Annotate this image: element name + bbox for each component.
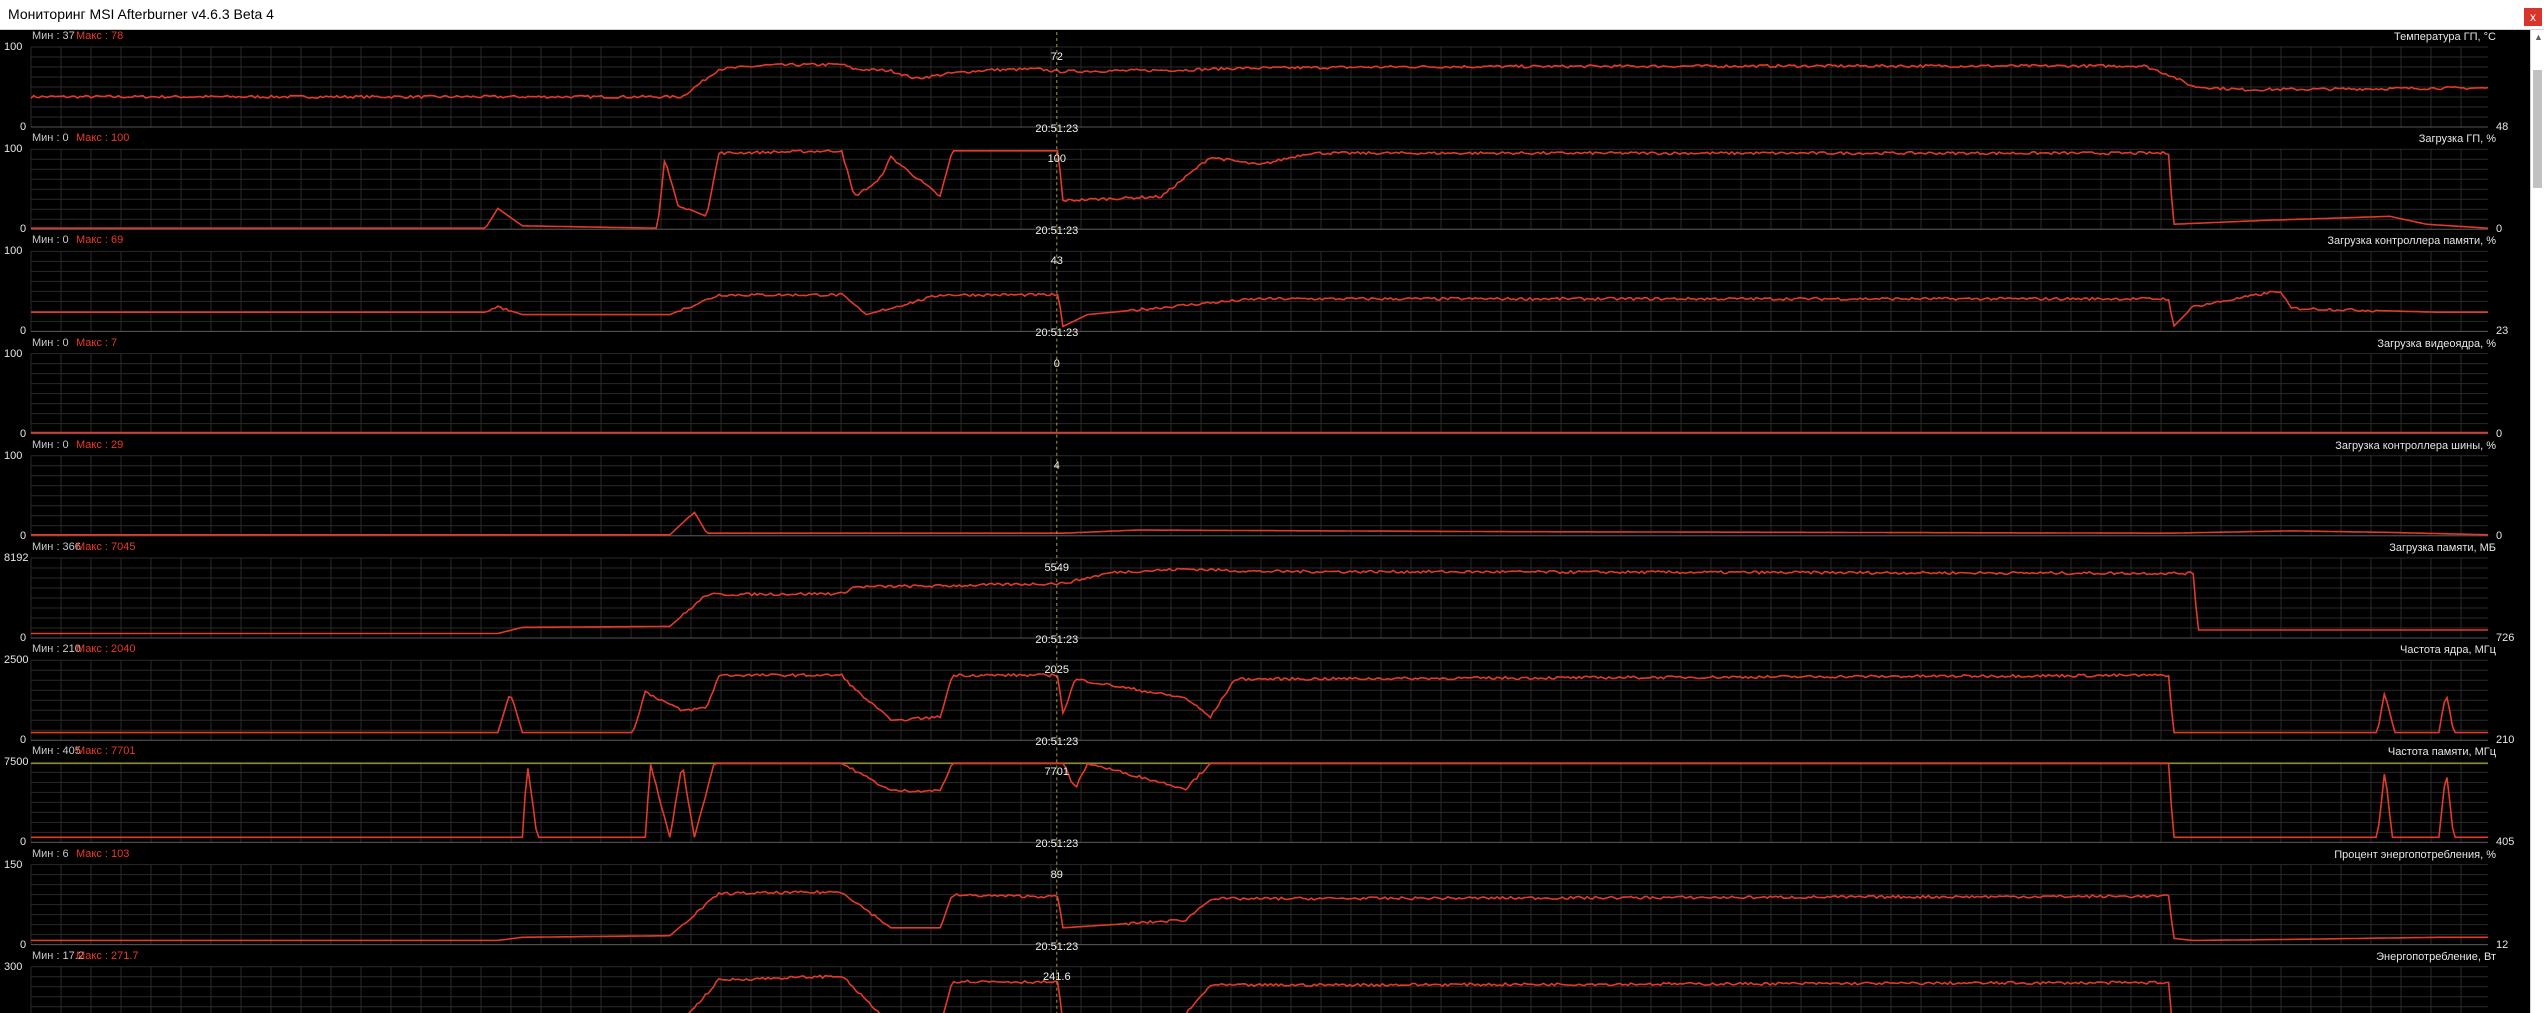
y-top-tick: 100 xyxy=(4,143,23,156)
panel-title: Загрузка контроллера шины, % xyxy=(2335,439,2496,452)
y-top-tick: 100 xyxy=(4,245,23,258)
y-top-tick: 7500 xyxy=(4,756,29,769)
cursor-value: 241.6 xyxy=(1043,970,1071,983)
y-bottom-tick: 0 xyxy=(20,529,27,542)
cursor-value: 43 xyxy=(1050,255,1063,268)
graph-panel-4 xyxy=(30,440,2489,541)
min-label: Мин : 0 xyxy=(32,234,69,247)
monitoring-graphs: Мин : 37 Макс : 78 Температура ГП, °C 100 0 7… xyxy=(0,30,2544,1013)
panel-title: Процент энергопотребления, % xyxy=(2334,848,2496,861)
y-bottom-tick: 0 xyxy=(20,121,27,133)
y-top-tick: 100 xyxy=(4,41,23,53)
cursor-value: 89 xyxy=(1050,868,1063,881)
max-label: Макс : 7701 xyxy=(76,745,136,758)
min-label: Мин : 0 xyxy=(32,132,69,145)
cursor-time: 20:51:23 xyxy=(1035,123,1079,135)
panel-title: Загрузка ГП, % xyxy=(2418,133,2496,146)
cursor-value: 2025 xyxy=(1044,664,1070,677)
current-value: 12 xyxy=(2496,938,2509,951)
series-line xyxy=(31,672,2488,734)
y-bottom-tick: 0 xyxy=(20,223,27,236)
y-top-tick: 150 xyxy=(4,858,23,871)
current-value: 48 xyxy=(2496,121,2509,133)
cursor-time: 20:51:23 xyxy=(1035,327,1079,340)
min-label: Мин : 6 xyxy=(32,847,69,860)
max-label: Макс : 271.7 xyxy=(76,949,139,962)
graph-panel-1 xyxy=(30,134,2489,235)
current-value: 23 xyxy=(2496,325,2509,338)
panel-title: Загрузка видеоядра, % xyxy=(2377,337,2496,350)
series-line xyxy=(31,889,2488,942)
cursor-value: 0 xyxy=(1053,357,1060,370)
cursor-value: 5549 xyxy=(1044,562,1070,574)
y-bottom-tick: 0 xyxy=(20,325,27,338)
y-bottom-tick: 0 xyxy=(20,938,27,951)
max-label: Макс : 103 xyxy=(76,847,130,860)
max-label: Макс : 7 xyxy=(76,336,118,349)
current-value: 210 xyxy=(2496,734,2515,747)
min-label: Мин : 37 xyxy=(32,30,75,42)
current-value: 0 xyxy=(2496,223,2503,236)
vertical-scrollbar[interactable]: ▲ xyxy=(2530,30,2544,1013)
y-top-tick: 100 xyxy=(4,449,23,462)
close-icon[interactable]: x xyxy=(2524,8,2542,26)
y-bottom-tick: 0 xyxy=(20,836,27,849)
series-line xyxy=(31,762,2488,839)
max-label: Макс : 78 xyxy=(76,30,124,42)
panel-title: Загрузка контроллера памяти, % xyxy=(2327,235,2496,248)
scroll-thumb[interactable] xyxy=(2533,70,2542,188)
y-top-tick: 8192 xyxy=(4,552,29,564)
graphs-canvas xyxy=(30,32,2489,1013)
graph-panel-8 xyxy=(30,849,2488,950)
cursor-value: 72 xyxy=(1050,51,1063,63)
cursor-time: 20:51:23 xyxy=(1035,225,1079,238)
max-label: Макс : 69 xyxy=(76,234,124,247)
window-titlebar: Мониторинг MSI Afterburner v4.6.3 Beta 4… xyxy=(0,0,2544,30)
min-label: Мин : 366 xyxy=(32,541,81,553)
max-label: Макс : 100 xyxy=(76,132,130,145)
y-top-tick: 100 xyxy=(4,347,23,360)
current-value: 0 xyxy=(2496,529,2503,542)
series-line xyxy=(30,62,2489,100)
cursor-value: 100 xyxy=(1047,153,1066,166)
panel-title: Частота ядра, МГц xyxy=(2400,644,2496,657)
y-top-tick: 2500 xyxy=(4,654,29,667)
graph-panel-9 xyxy=(30,951,2488,1013)
cursor-value: 4 xyxy=(1053,459,1060,472)
min-label: Мин : 405 xyxy=(32,745,81,758)
max-label: Макс : 29 xyxy=(76,438,124,451)
cursor-time: 20:51:23 xyxy=(1035,838,1079,851)
max-label: Макс : 2040 xyxy=(76,643,136,656)
y-bottom-tick: 0 xyxy=(20,427,27,440)
chevron-up-icon[interactable]: ▲ xyxy=(2534,32,2543,42)
graph-panel-7 xyxy=(30,747,2488,848)
graph-panel-0 xyxy=(30,32,2489,133)
y-bottom-tick: 0 xyxy=(20,734,27,747)
series-line xyxy=(688,974,2173,1013)
y-top-tick: 300 xyxy=(4,960,23,973)
graph-panel-6 xyxy=(30,645,2488,746)
min-label: Мин : 210 xyxy=(32,643,81,656)
panel-title: Частота памяти, МГц xyxy=(2387,746,2496,759)
graph-panel-5 xyxy=(30,543,2488,644)
current-value: 726 xyxy=(2496,632,2515,644)
current-value: 405 xyxy=(2496,836,2515,849)
cursor-time: 20:51:23 xyxy=(1035,634,1079,646)
graph-panel-2 xyxy=(30,236,2488,337)
min-label: Мин : 0 xyxy=(32,438,69,451)
panel-title: Энергопотребление, Вт xyxy=(2376,950,2496,963)
window-title: Мониторинг MSI Afterburner v4.6.3 Beta 4 xyxy=(8,6,274,22)
graph-panel-3 xyxy=(30,338,2488,439)
cursor-time: 20:51:23 xyxy=(1035,940,1079,953)
cursor-value: 7701 xyxy=(1044,766,1070,779)
panel-title: Загрузка памяти, МБ xyxy=(2389,542,2496,554)
y-bottom-tick: 0 xyxy=(20,632,27,644)
min-label: Мин : 0 xyxy=(32,336,69,349)
cursor-time: 20:51:23 xyxy=(1035,736,1079,749)
max-label: Макс : 7045 xyxy=(76,541,136,553)
panel-title: Температура ГП, °C xyxy=(2394,31,2496,43)
current-value: 0 xyxy=(2496,427,2503,440)
